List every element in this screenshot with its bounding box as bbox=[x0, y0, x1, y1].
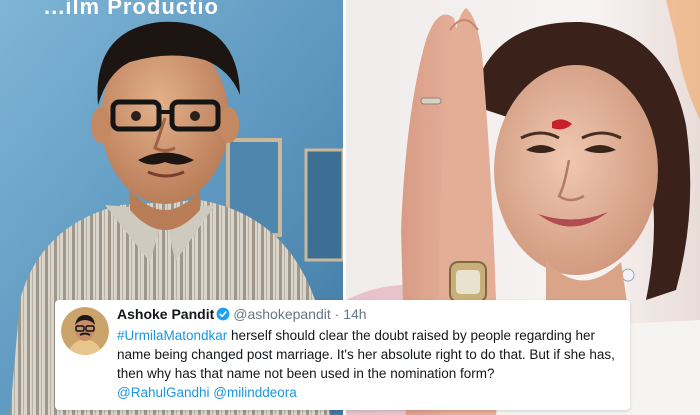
hashtag-link[interactable]: #UrmilaMatondkar bbox=[117, 328, 227, 343]
mention-link-milinddeora[interactable]: @milinddeora bbox=[213, 385, 297, 400]
mention-link-rahulgandhi[interactable]: @RahulGandhi bbox=[117, 385, 210, 400]
tweet-card[interactable]: Ashoke Pandit @ashokepandit · 14h #Urmila… bbox=[55, 300, 630, 410]
avatar[interactable] bbox=[61, 307, 109, 355]
tweet-header: Ashoke Pandit @ashokepandit · 14h bbox=[117, 305, 622, 324]
verified-badge-icon bbox=[216, 307, 230, 321]
tweet-text: #UrmilaMatondkar herself should clear th… bbox=[117, 326, 622, 402]
tweet-body: Ashoke Pandit @ashokepandit · 14h #Urmila… bbox=[117, 305, 622, 402]
header-separator: · bbox=[334, 306, 340, 322]
tweet-time[interactable]: 14h bbox=[343, 306, 366, 322]
banner-text: ...ilm Productio bbox=[44, 0, 219, 19]
user-handle[interactable]: @ashokepandit bbox=[233, 306, 331, 322]
display-name[interactable]: Ashoke Pandit bbox=[117, 306, 214, 322]
